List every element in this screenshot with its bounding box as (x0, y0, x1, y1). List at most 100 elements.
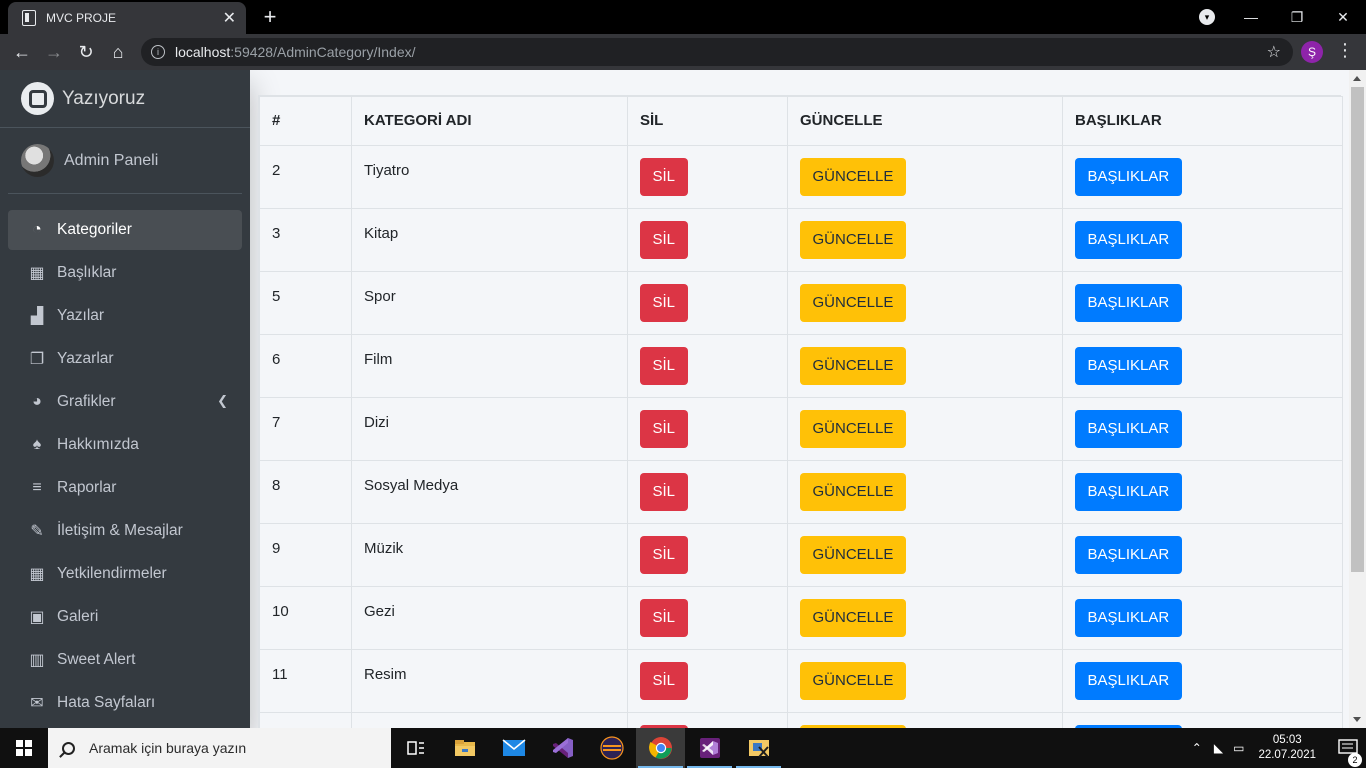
sidebar-item-8[interactable]: ▦ Yetkilendirmeler (8, 554, 242, 594)
tab-search-icon[interactable]: ▾ (1199, 9, 1215, 25)
table-row: 8 Sosyal Medya SİL GÜNCELLE BAŞLIKLAR (259, 460, 1343, 524)
restore-button[interactable]: ❐ (1274, 0, 1320, 34)
cell-category-name: Dizi (351, 397, 628, 461)
scroll-up-icon[interactable] (1353, 76, 1361, 81)
update-button-cell: GÜNCELLE (787, 271, 1063, 335)
update-button[interactable]: GÜNCELLE (800, 284, 906, 322)
network-icon[interactable]: ◣ (1214, 741, 1223, 755)
update-button[interactable]: GÜNCELLE (800, 473, 906, 511)
chrome-icon[interactable] (636, 728, 685, 768)
brand-logo-icon (21, 82, 54, 115)
page-scrollbar[interactable] (1349, 70, 1366, 728)
delete-button[interactable]: SİL (640, 536, 688, 574)
delete-button[interactable]: SİL (640, 599, 688, 637)
sidebar-item-3[interactable]: ❐ Yazarlar (8, 339, 242, 379)
show-hidden-icons-icon[interactable]: ⌃ (1192, 741, 1202, 755)
table-header-row: # KATEGORİ ADI SİL GÜNCELLE BAŞLIKLAR (259, 96, 1343, 146)
back-arrow-icon[interactable]: ← (6, 36, 38, 68)
titles-button[interactable]: BAŞLIKLAR (1075, 284, 1182, 322)
browser-toolbar: ← → ↻ ⌂ i localhost:59428/AdminCategory/… (0, 34, 1366, 70)
update-button[interactable]: GÜNCELLE (800, 662, 906, 700)
update-button-cell: GÜNCELLE (787, 523, 1063, 587)
visual-studio-running-icon[interactable] (685, 728, 734, 768)
delete-button[interactable]: SİL (640, 347, 688, 385)
visual-studio-icon[interactable] (538, 728, 587, 768)
notification-center-button[interactable]: 2 (1330, 739, 1366, 767)
page-favicon-icon (22, 10, 36, 26)
task-view-icon[interactable] (391, 728, 440, 768)
battery-icon[interactable]: ▭ (1233, 741, 1244, 755)
delete-button[interactable]: SİL (640, 473, 688, 511)
tab-close-icon[interactable]: ✕ (223, 8, 236, 28)
brand-link[interactable]: Yazıyoruz (0, 70, 250, 128)
titles-button-cell: BAŞLIKLAR (1062, 649, 1343, 713)
profile-avatar[interactable]: Ş (1301, 41, 1323, 63)
sidebar-item-label: Başlıklar (57, 264, 117, 281)
sidebar-item-1[interactable]: ▦ Başlıklar (8, 253, 242, 293)
eclipse-icon[interactable] (587, 728, 636, 768)
table-row: 10 Gezi SİL GÜNCELLE BAŞLIKLAR (259, 586, 1343, 650)
delete-button[interactable]: SİL (640, 284, 688, 322)
update-button-cell: GÜNCELLE (787, 397, 1063, 461)
start-button[interactable] (0, 728, 48, 768)
update-button-cell: GÜNCELLE (787, 334, 1063, 398)
delete-button[interactable]: SİL (640, 410, 688, 448)
site-info-icon[interactable]: i (151, 45, 165, 59)
sidebar-item-5[interactable]: ♠ Hakkımızda (8, 425, 242, 465)
reload-icon[interactable]: ↻ (70, 36, 102, 68)
titles-button[interactable]: BAŞLIKLAR (1075, 662, 1182, 700)
forward-arrow-icon[interactable]: → (38, 36, 70, 68)
titles-button[interactable]: BAŞLIKLAR (1075, 536, 1182, 574)
titles-button-cell: BAŞLIKLAR (1062, 712, 1343, 728)
user-panel[interactable]: Admin Paneli (8, 128, 242, 194)
close-window-button[interactable]: ✕ (1320, 0, 1366, 34)
titles-button[interactable]: BAŞLIKLAR (1075, 347, 1182, 385)
sidebar-item-6[interactable]: ≡ Raporlar (8, 468, 242, 508)
taskbar-search-box[interactable]: Aramak için buraya yazın (48, 728, 391, 768)
cell-category-name: Sosyal Medya (351, 460, 628, 524)
snipping-tool-icon[interactable] (734, 728, 783, 768)
browser-tab[interactable]: MVC PROJE ✕ (8, 2, 246, 34)
scrollbar-thumb[interactable] (1351, 87, 1364, 572)
update-button[interactable]: GÜNCELLE (800, 599, 906, 637)
file-explorer-icon[interactable] (440, 728, 489, 768)
taskbar-clock[interactable]: 05:03 22.07.2021 (1258, 733, 1316, 763)
sidebar-item-7[interactable]: ✎ İletişim & Mesajlar (8, 511, 242, 551)
titles-button[interactable]: BAŞLIKLAR (1075, 599, 1182, 637)
mail-icon[interactable] (489, 728, 538, 768)
bookmark-star-icon[interactable]: ☆ (1267, 42, 1281, 62)
table-row: 11 Resim SİL GÜNCELLE BAŞLIKLAR (259, 649, 1343, 713)
map-icon: ▥ (29, 652, 45, 669)
sidebar-item-2[interactable]: ▟ Yazılar (8, 296, 242, 336)
update-button[interactable]: GÜNCELLE (800, 410, 906, 448)
sidebar-item-11[interactable]: ✉ Hata Sayfaları (8, 683, 242, 723)
cell-id: 7 (259, 397, 352, 461)
address-bar[interactable]: i localhost:59428/AdminCategory/Index/ ☆ (141, 38, 1293, 66)
update-button[interactable]: GÜNCELLE (800, 347, 906, 385)
sidebar: Yazıyoruz Admin Paneli ◔ Kategoriler ▦ Başl… (0, 70, 250, 728)
sidebar-item-10[interactable]: ▥ Sweet Alert (8, 640, 242, 680)
system-tray: ⌃ ◣ ▭ 05:03 22.07.2021 2 (1192, 728, 1366, 768)
scroll-down-icon[interactable] (1353, 717, 1361, 722)
update-button[interactable]: GÜNCELLE (800, 221, 906, 259)
dashboard-icon: ◔ (32, 221, 42, 238)
titles-button[interactable]: BAŞLIKLAR (1075, 410, 1182, 448)
delete-button[interactable]: SİL (640, 158, 688, 196)
home-icon[interactable]: ⌂ (102, 36, 134, 68)
sidebar-item-0[interactable]: ◔ Kategoriler (8, 210, 242, 250)
new-tab-button[interactable]: + (258, 4, 282, 30)
update-button[interactable]: GÜNCELLE (800, 536, 906, 574)
url-path: :59428/AdminCategory/Index/ (230, 44, 416, 60)
delete-button[interactable]: SİL (640, 221, 688, 259)
browser-menu-icon[interactable]: ⋮ (1336, 40, 1354, 61)
delete-button[interactable]: SİL (640, 662, 688, 700)
cell-id: 6 (259, 334, 352, 398)
chevron-left-icon[interactable]: ❮ (217, 393, 228, 409)
titles-button[interactable]: BAŞLIKLAR (1075, 221, 1182, 259)
sidebar-item-9[interactable]: ▣ Galeri (8, 597, 242, 637)
update-button[interactable]: GÜNCELLE (800, 158, 906, 196)
titles-button[interactable]: BAŞLIKLAR (1075, 158, 1182, 196)
minimize-button[interactable]: — (1228, 0, 1274, 34)
titles-button[interactable]: BAŞLIKLAR (1075, 473, 1182, 511)
sidebar-item-4[interactable]: ◕ Grafikler ❮ (8, 382, 242, 422)
